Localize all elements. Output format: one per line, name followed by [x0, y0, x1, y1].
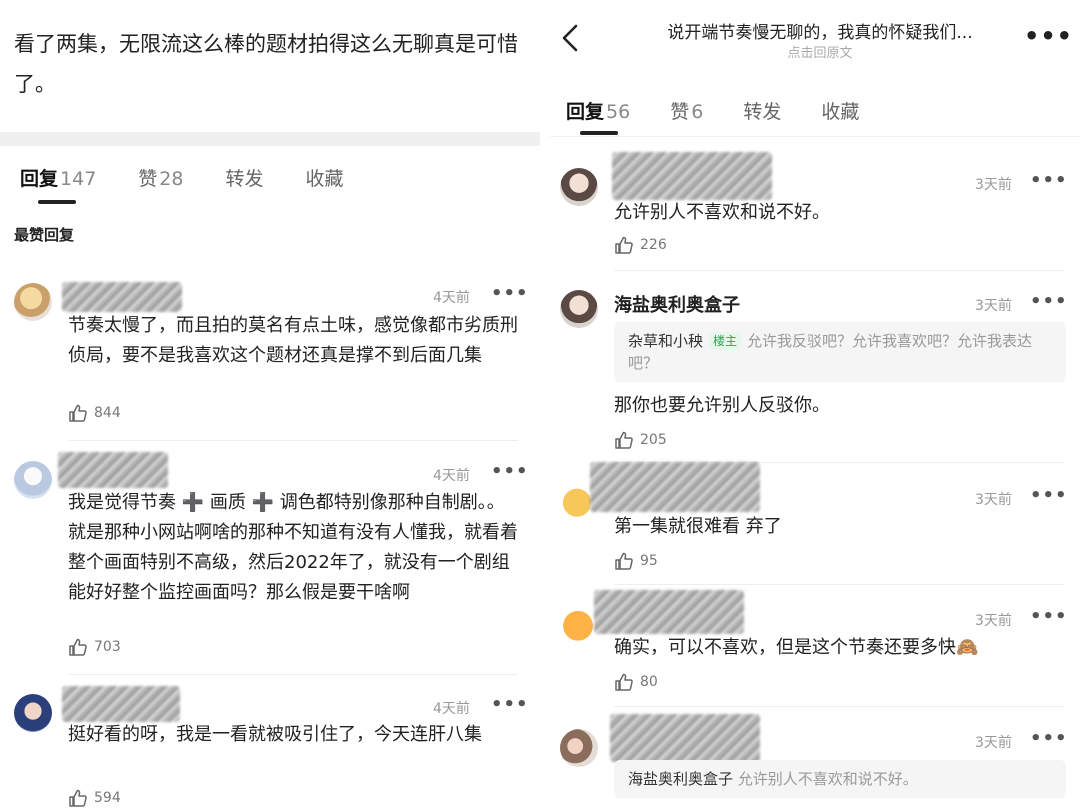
avatar[interactable]	[560, 606, 596, 642]
like-count: 226	[640, 237, 667, 253]
like-button[interactable]: 205	[614, 430, 667, 450]
comment-time: 3天前	[975, 613, 1012, 629]
more-dots-icon[interactable]: •••	[491, 694, 529, 715]
op-badge: 楼主	[709, 332, 742, 350]
username[interactable]: 海盐奥利奥盒子	[614, 291, 740, 317]
like-count: 205	[640, 432, 667, 448]
comment-text: 那你也要允许别人反驳你。	[614, 395, 830, 416]
more-dots-icon[interactable]: •••	[1030, 485, 1068, 506]
avatar[interactable]	[14, 283, 52, 321]
tab-active-indicator	[38, 200, 76, 204]
quoted-reply[interactable]: 杂草和小秧 楼主 允许我反驳吧？允许我喜欢吧？允许我表达吧？	[614, 322, 1066, 382]
comment-time: 3天前	[975, 177, 1012, 193]
back-chevron-icon[interactable]	[558, 18, 584, 58]
post-text: 看了两集，无限流这么棒的题材拍得这么无聊真是可惜了。	[14, 32, 518, 96]
comment-time: 4天前	[433, 701, 470, 717]
avatar[interactable]	[14, 461, 52, 499]
separator	[614, 706, 1064, 707]
avatar[interactable]	[560, 290, 598, 328]
redacted-username	[58, 452, 168, 488]
section-top-replies-label: 最赞回复	[14, 226, 75, 244]
comment-time: 4天前	[433, 468, 470, 484]
more-dots-icon[interactable]: •••	[1030, 728, 1068, 749]
tab-replies[interactable]: 回复 56	[566, 97, 630, 124]
like-count: 594	[94, 790, 121, 806]
redacted-username	[612, 152, 772, 200]
redacted-username	[610, 714, 760, 762]
tab-bar: 回复 147 赞 28 转发 收藏	[20, 164, 386, 191]
left-panel: 看了两集，无限流这么棒的题材拍得这么无聊真是可惜了。 回复 147 赞 28 转发 …	[0, 0, 540, 809]
tab-likes[interactable]: 赞 28	[138, 164, 183, 191]
like-button[interactable]: 594	[68, 788, 121, 808]
right-panel: 说开端节奏慢无聊的，我真的怀疑我们... 点击回原文 ••• 回复 56 赞6 转…	[550, 0, 1080, 809]
comment-time: 3天前	[975, 298, 1012, 314]
like-button[interactable]: 844	[68, 403, 121, 423]
quoted-reply[interactable]: 海盐奥利奥盒子 允许别人不喜欢和说不好。	[614, 760, 1066, 798]
thumbs-up-icon	[69, 638, 87, 656]
thumbs-up-icon	[615, 431, 633, 449]
like-count: 844	[94, 405, 121, 421]
comment-text: 我是觉得节奏 ➕ 画质 ➕ 调色都特别像那种自制剧。。就是那种小网站啊啥的那种不…	[68, 492, 518, 603]
separator	[550, 136, 1080, 137]
separator	[614, 584, 1064, 585]
like-button[interactable]: 703	[68, 637, 121, 657]
like-button[interactable]: 95	[614, 551, 658, 571]
tab-replies[interactable]: 回复 147	[20, 164, 96, 191]
tab-bar: 回复 56 赞6 转发 收藏	[566, 97, 901, 124]
more-dots-icon[interactable]: •••	[491, 461, 529, 482]
section-divider	[0, 132, 540, 146]
thread-title[interactable]: 说开端节奏慢无聊的，我真的怀疑我们...	[630, 18, 1010, 43]
more-dots-icon[interactable]: •••	[1030, 291, 1068, 312]
comment-text: 确实，可以不喜欢，但是这个节奏还要多快🙈	[614, 637, 979, 658]
thumbs-up-icon	[615, 236, 633, 254]
thumbs-up-icon	[69, 789, 87, 807]
like-count: 80	[640, 674, 658, 690]
thumbs-up-icon	[69, 404, 87, 422]
comment-time: 3天前	[975, 492, 1012, 508]
like-count: 703	[94, 639, 121, 655]
quoted-text: 允许别人不喜欢和说不好。	[737, 770, 918, 788]
separator	[614, 270, 1064, 271]
separator	[68, 674, 518, 675]
tab-active-indicator	[580, 131, 618, 135]
avatar[interactable]	[560, 484, 594, 518]
comment-text: 允许别人不喜欢和说不好。	[614, 202, 830, 223]
comment-time: 3天前	[975, 735, 1012, 751]
avatar[interactable]	[560, 168, 598, 206]
comment-time: 4天前	[433, 290, 470, 306]
tab-favorite[interactable]: 收藏	[306, 164, 344, 191]
more-dots-icon[interactable]: •••	[1024, 22, 1073, 50]
comment-text: 挺好看的呀，我是一看就被吸引住了，今天连肝八集	[68, 724, 482, 745]
redacted-username	[62, 686, 180, 722]
thumbs-up-icon	[615, 673, 633, 691]
comment-text: 第一集就很难看 弃了	[614, 516, 782, 537]
more-dots-icon[interactable]: •••	[1030, 170, 1068, 191]
tab-forward[interactable]: 转发	[743, 97, 781, 124]
redacted-username	[62, 282, 182, 312]
tab-favorite[interactable]: 收藏	[821, 97, 859, 124]
like-count: 95	[640, 553, 658, 569]
panel-gap	[540, 0, 550, 809]
tab-forward[interactable]: 转发	[225, 164, 263, 191]
quoted-username: 杂草和小秧	[628, 332, 704, 350]
more-dots-icon[interactable]: •••	[491, 283, 529, 304]
tab-likes[interactable]: 赞6	[670, 97, 703, 124]
like-button[interactable]: 80	[614, 672, 658, 692]
thumbs-up-icon	[615, 552, 633, 570]
avatar[interactable]	[560, 729, 598, 767]
avatar[interactable]	[14, 694, 52, 732]
comment-text: 节奏太慢了，而且拍的莫名有点土味，感觉像都市劣质刑侦局，要不是我喜欢这个题材还真…	[68, 315, 518, 366]
redacted-username	[590, 462, 760, 512]
like-button[interactable]: 226	[614, 235, 667, 255]
more-dots-icon[interactable]: •••	[1030, 606, 1068, 627]
redacted-username	[594, 590, 744, 634]
separator	[68, 440, 518, 441]
quoted-username: 海盐奥利奥盒子	[628, 770, 734, 788]
back-to-original-link[interactable]: 点击回原文	[630, 42, 1010, 61]
